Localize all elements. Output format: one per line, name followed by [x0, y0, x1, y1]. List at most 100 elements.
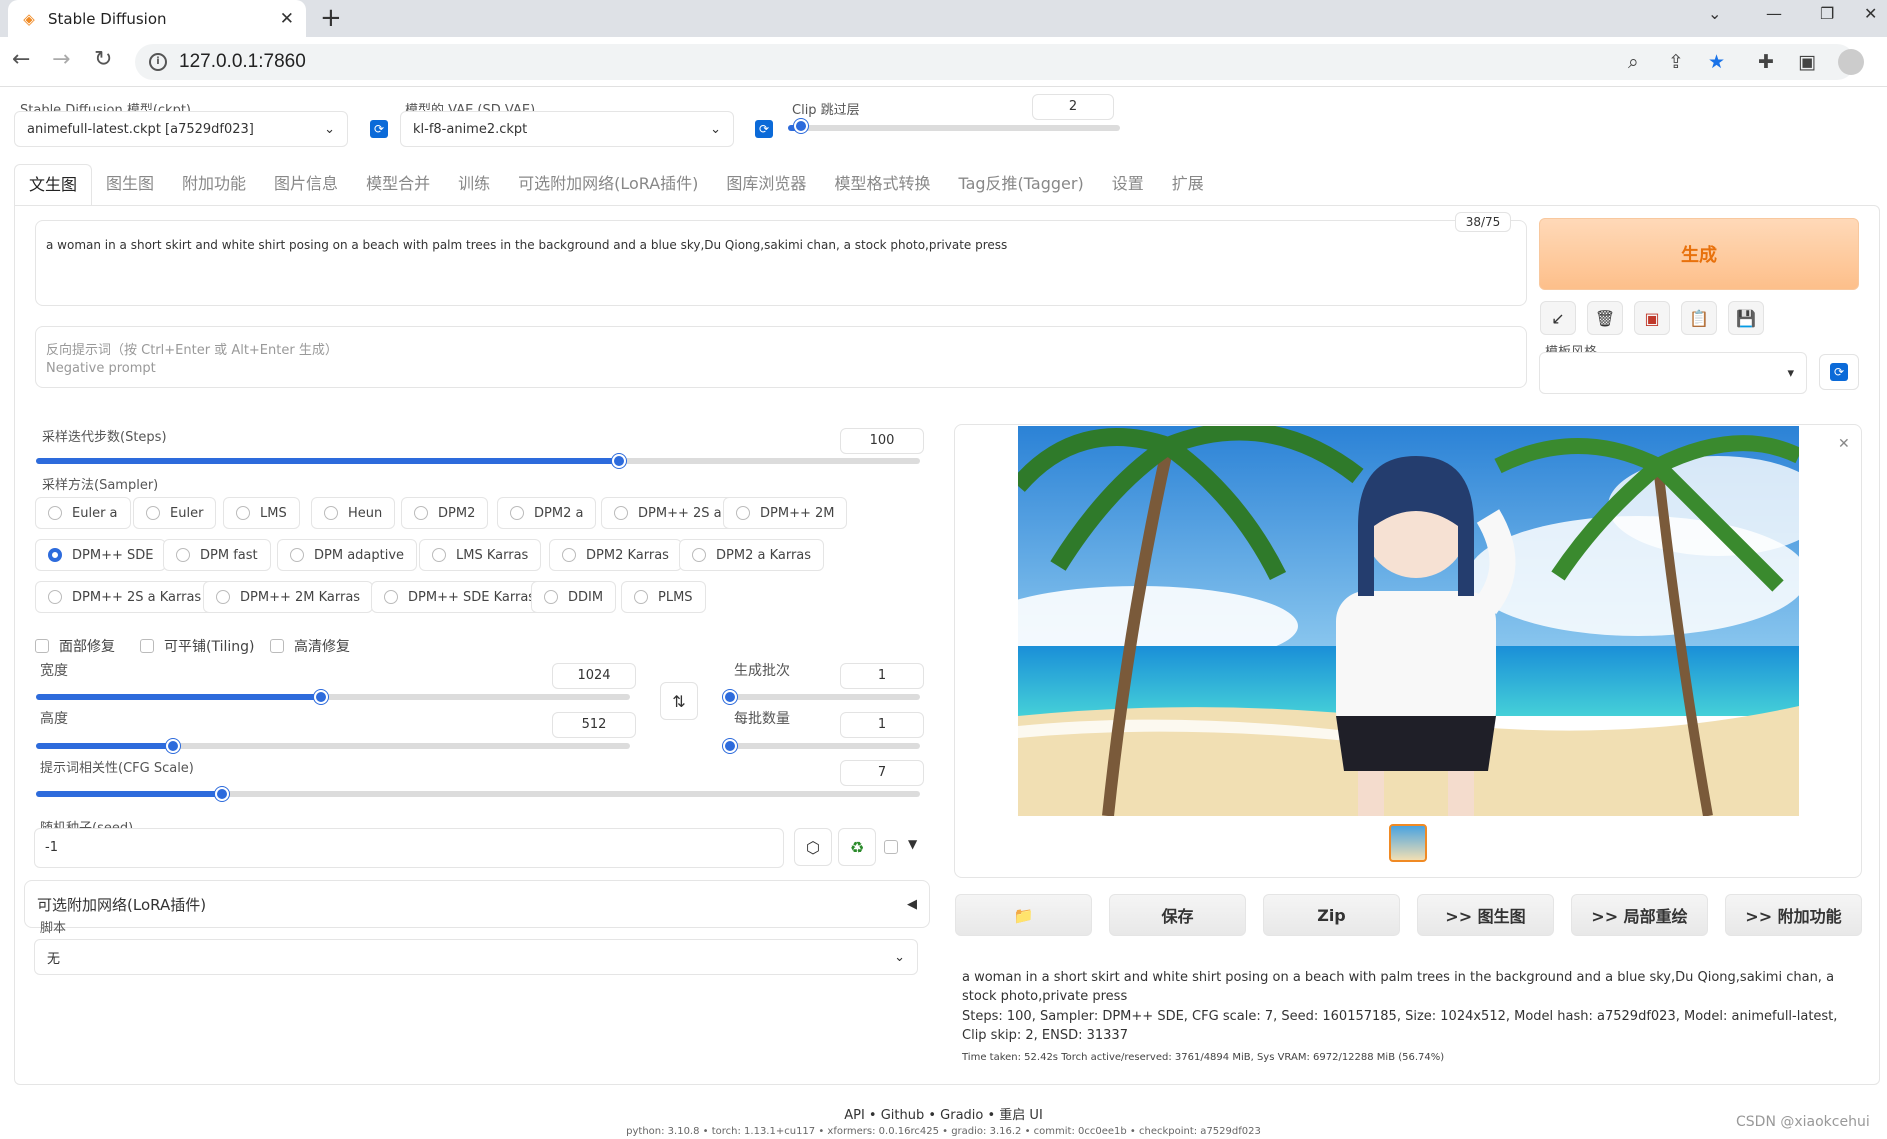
- tab-4[interactable]: 图片信息: [260, 164, 352, 206]
- width-slider[interactable]: [36, 694, 630, 700]
- tab-8[interactable]: 图库浏览器: [712, 164, 820, 206]
- steps-slider[interactable]: [36, 458, 920, 464]
- tiling-checkbox[interactable]: 可平铺(Tiling): [140, 636, 254, 656]
- tab-close-icon[interactable]: ✕: [280, 9, 294, 29]
- tab-9[interactable]: 模型格式转换: [820, 164, 944, 206]
- share-icon[interactable]: ⇪: [1668, 51, 1684, 73]
- sampler-option[interactable]: DPM++ SDE: [35, 539, 167, 571]
- extra-networks-icon[interactable]: ▣: [1634, 301, 1670, 335]
- new-tab-icon[interactable]: +: [320, 4, 342, 32]
- generate-button[interactable]: 生成: [1539, 218, 1859, 290]
- clip-value-input[interactable]: 2: [1032, 94, 1114, 120]
- sampler-option[interactable]: DPM adaptive: [277, 539, 418, 571]
- output-button-5[interactable]: >> 附加功能: [1725, 894, 1862, 936]
- refresh-model-icon[interactable]: ⟳: [370, 120, 388, 138]
- batch-count-slider[interactable]: [730, 694, 920, 700]
- batch-size-slider[interactable]: [730, 743, 920, 749]
- script-select[interactable]: 无 ⌄: [34, 939, 918, 975]
- zoom-icon[interactable]: ⌕: [1628, 51, 1639, 73]
- sampler-option[interactable]: PLMS: [621, 581, 706, 613]
- recycle-seed-icon[interactable]: ♻: [838, 828, 876, 866]
- open-folder-icon[interactable]: 📁: [955, 894, 1092, 936]
- sampler-option[interactable]: DPM2 a Karras: [679, 539, 825, 571]
- sampler-option[interactable]: DPM fast: [163, 539, 271, 571]
- address-bar[interactable]: i 127.0.0.1:7860: [135, 44, 1855, 80]
- prompt-textarea[interactable]: a woman in a short skirt and white shirt…: [35, 220, 1527, 306]
- height-slider-thumb[interactable]: [165, 739, 180, 753]
- sampler-option[interactable]: DPM++ 2M Karras: [203, 581, 374, 613]
- tab-11[interactable]: 设置: [1098, 164, 1158, 206]
- steps-input[interactable]: 100: [840, 428, 924, 454]
- sampler-option[interactable]: Euler: [133, 497, 217, 529]
- batch-size-input[interactable]: 1: [840, 712, 924, 738]
- site-info-icon[interactable]: i: [149, 53, 167, 71]
- cfg-slider-thumb[interactable]: [214, 787, 229, 801]
- close-preview-icon[interactable]: ✕: [1838, 436, 1850, 452]
- random-seed-dice-icon[interactable]: ⬡: [794, 828, 832, 866]
- height-input[interactable]: 512: [552, 712, 636, 738]
- cfg-slider[interactable]: [36, 791, 920, 797]
- tab-6[interactable]: 训练: [444, 164, 504, 206]
- thumbnail-selected[interactable]: [1389, 824, 1427, 862]
- tab-7[interactable]: 可选附加网络(LoRA插件): [504, 164, 712, 206]
- sampler-option[interactable]: DPM2: [401, 497, 489, 529]
- tab-search-icon[interactable]: ⌄: [1708, 4, 1721, 23]
- tab-2[interactable]: 图生图: [92, 164, 168, 206]
- cfg-input[interactable]: 7: [840, 760, 924, 786]
- hires-checkbox[interactable]: 高清修复: [270, 636, 350, 656]
- sampler-option[interactable]: DPM++ SDE Karras: [371, 581, 549, 613]
- extra-seed-checkbox[interactable]: [884, 840, 898, 854]
- face-restore-checkbox[interactable]: 面部修复: [35, 636, 115, 656]
- batch-size-thumb[interactable]: [723, 739, 737, 753]
- sampler-option[interactable]: LMS: [223, 497, 300, 529]
- minimize-icon[interactable]: —: [1766, 4, 1782, 23]
- tab-1[interactable]: 文生图: [14, 164, 93, 206]
- paste-params-icon[interactable]: ↙: [1540, 301, 1576, 335]
- height-slider[interactable]: [36, 743, 630, 749]
- output-button-3[interactable]: >> 图生图: [1417, 894, 1554, 936]
- width-slider-thumb[interactable]: [314, 690, 329, 704]
- batch-count-thumb[interactable]: [723, 690, 737, 704]
- sampler-option[interactable]: DPM++ 2S a Karras: [35, 581, 215, 613]
- lora-accordion[interactable]: 可选附加网络(LoRA插件) ◀: [24, 880, 930, 928]
- tab-12[interactable]: 扩展: [1158, 164, 1218, 206]
- output-button-1[interactable]: 保存: [1109, 894, 1246, 936]
- width-input[interactable]: 1024: [552, 663, 636, 689]
- trash-icon[interactable]: 🗑: [1587, 301, 1623, 335]
- side-panel-icon[interactable]: ▣: [1798, 51, 1816, 73]
- output-button-2[interactable]: Zip: [1263, 894, 1400, 936]
- sampler-option[interactable]: Heun: [311, 497, 396, 529]
- tab-10[interactable]: Tag反推(Tagger): [944, 164, 1097, 206]
- back-icon[interactable]: ←: [12, 47, 30, 72]
- refresh-style-button[interactable]: ⟳: [1819, 354, 1859, 390]
- footer-links[interactable]: API • Github • Gradio • 重启 UI: [0, 1104, 1887, 1123]
- clipboard-icon[interactable]: 📋: [1681, 301, 1717, 335]
- sampler-option[interactable]: DPM2 a: [497, 497, 597, 529]
- browser-tab[interactable]: ◈ Stable Diffusion ✕: [8, 0, 306, 37]
- profile-avatar[interactable]: [1838, 49, 1864, 75]
- seed-input[interactable]: -1: [34, 828, 784, 868]
- bookmark-star-icon[interactable]: ★: [1708, 51, 1725, 73]
- sampler-option[interactable]: Euler a: [35, 497, 131, 529]
- vae-select[interactable]: kl-f8-anime2.ckpt ⌄: [400, 111, 734, 147]
- model-select[interactable]: animefull-latest.ckpt [a7529df023] ⌄: [14, 111, 348, 147]
- extra-seed-toggle-icon[interactable]: ▼: [908, 837, 917, 851]
- sampler-option[interactable]: DPM++ 2S a: [601, 497, 735, 529]
- refresh-vae-icon[interactable]: ⟳: [755, 120, 773, 138]
- output-button-4[interactable]: >> 局部重绘: [1571, 894, 1708, 936]
- tab-3[interactable]: 附加功能: [168, 164, 260, 206]
- sampler-option[interactable]: LMS Karras: [419, 539, 542, 571]
- forward-icon[interactable]: →: [52, 47, 70, 72]
- negative-prompt-textarea[interactable]: 反向提示词（按 Ctrl+Enter 或 Alt+Enter 生成） Negat…: [35, 326, 1527, 388]
- style-select[interactable]: ▾: [1539, 352, 1807, 394]
- reload-icon[interactable]: ↻: [94, 47, 112, 72]
- swap-dimensions-icon[interactable]: ⇅: [660, 682, 698, 720]
- sampler-option[interactable]: DPM2 Karras: [549, 539, 682, 571]
- batch-count-input[interactable]: 1: [840, 663, 924, 689]
- close-window-icon[interactable]: ✕: [1864, 4, 1877, 23]
- sampler-option[interactable]: DDIM: [531, 581, 617, 613]
- extensions-icon[interactable]: ✚: [1758, 51, 1774, 73]
- sampler-option[interactable]: DPM++ 2M: [723, 497, 848, 529]
- generated-image[interactable]: [1018, 426, 1799, 816]
- restore-icon[interactable]: ❐: [1820, 4, 1834, 23]
